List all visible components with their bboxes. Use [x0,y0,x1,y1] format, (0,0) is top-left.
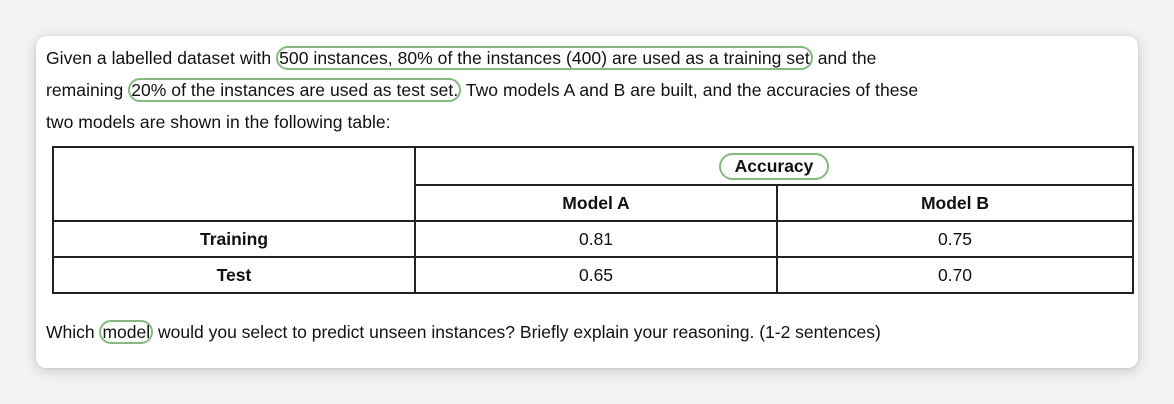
cell-training-model-b: 0.75 [776,220,1134,258]
question-text: Which model would you select to predict … [46,316,881,348]
cell-test-model-a: 0.65 [414,256,778,294]
question-text-part: Which [46,322,100,342]
question-text-part: would you select to predict unseen insta… [153,322,881,342]
table-corner-cell [52,146,416,222]
accuracy-table: Accuracy Model A Model B Training 0.81 0… [52,146,1134,294]
highlight-model: model [99,320,154,344]
table-row: Test 0.65 0.70 [52,256,1134,294]
intro-line-3: two models are shown in the following ta… [46,112,391,132]
question-card: Given a labelled dataset with 500 instan… [36,36,1138,368]
intro-text: and the [812,48,877,68]
intro-text: Given a labelled dataset with [46,48,277,68]
column-header-model-a: Model A [414,184,778,222]
accuracy-header-cell: Accuracy [414,146,1134,186]
highlight-training-set: 500 instances, 80% of the instances (400… [276,46,813,70]
intro-text: Two models A and B are built, and the ac… [461,80,919,100]
row-label-test: Test [52,256,416,294]
table-header-row: Accuracy [52,146,1134,222]
column-header-model-b: Model B [776,184,1134,222]
intro-text: remaining [46,80,129,100]
cell-test-model-b: 0.70 [776,256,1134,294]
table-row: Training 0.81 0.75 [52,220,1134,258]
row-label-training: Training [52,220,416,258]
highlight-test-set: 20% of the instances are used as test se… [128,78,462,102]
intro-line-1: Given a labelled dataset with 500 instan… [46,42,1126,74]
accuracy-header: Accuracy [718,152,830,180]
intro-paragraph: Given a labelled dataset with 500 instan… [46,42,1126,138]
intro-line-2: remaining 20% of the instances are used … [46,74,1126,106]
cell-training-model-a: 0.81 [414,220,778,258]
